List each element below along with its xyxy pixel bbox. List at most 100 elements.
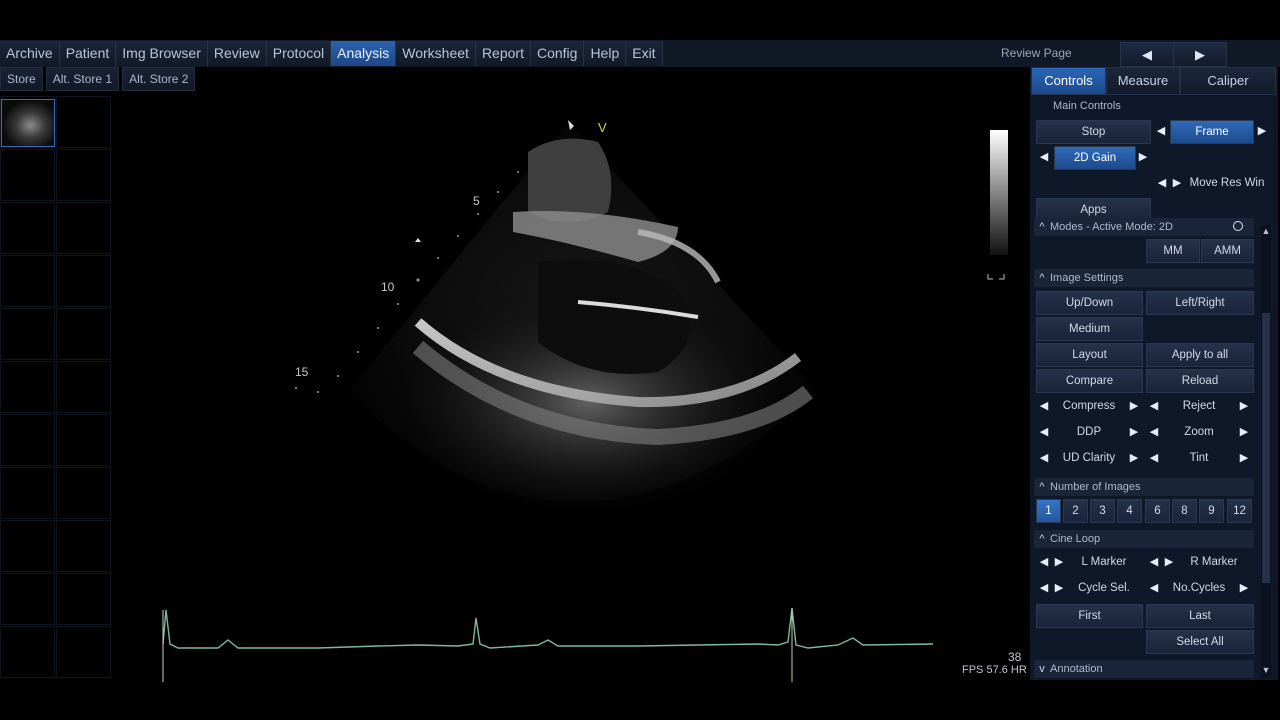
ultrasound-image-area[interactable] [118, 92, 1030, 682]
r-marker-button[interactable]: R Marker [1178, 551, 1250, 573]
menu-help[interactable]: Help [584, 41, 627, 66]
panel-scroll-thumb[interactable] [1262, 313, 1270, 583]
zoom-right-arrow[interactable]: ▶ [1239, 421, 1249, 443]
compress-right-arrow[interactable]: ▶ [1129, 395, 1139, 417]
images-8-button[interactable]: 8 [1172, 499, 1197, 523]
review-prev-button[interactable]: ◀ [1120, 42, 1174, 67]
menu-exit[interactable]: Exit [626, 41, 663, 66]
scroll-down-icon[interactable]: ▼ [1260, 664, 1272, 676]
amm-button[interactable]: AMM [1201, 239, 1254, 263]
move-res-right-arrow[interactable]: ▶ [1172, 172, 1182, 194]
tab-controls[interactable]: Controls [1031, 67, 1106, 95]
thumbnail-cell[interactable] [0, 467, 55, 519]
thumbnail-cell[interactable] [56, 202, 111, 254]
review-next-button[interactable]: ▶ [1173, 42, 1227, 67]
reject-left-arrow[interactable]: ◀ [1149, 395, 1159, 417]
up-down-button[interactable]: Up/Down [1036, 291, 1143, 315]
no-cycles-right-arrow[interactable]: ▶ [1239, 577, 1249, 599]
thumbnail-cell[interactable] [56, 361, 111, 413]
ud-clarity-left-arrow[interactable]: ◀ [1039, 447, 1049, 469]
frame-right-arrow[interactable]: ▶ [1257, 120, 1267, 142]
frame-left-arrow[interactable]: ◀ [1156, 120, 1166, 142]
images-9-button[interactable]: 9 [1199, 499, 1224, 523]
compress-left-arrow[interactable]: ◀ [1039, 395, 1049, 417]
medium-button[interactable]: Medium [1036, 317, 1143, 341]
scroll-up-icon[interactable]: ▲ [1260, 225, 1272, 237]
no-cycles-left-arrow[interactable]: ◀ [1149, 577, 1159, 599]
thumbnail-cell[interactable] [56, 626, 111, 678]
modes-section-header[interactable]: ^ Modes - Active Mode: 2D [1034, 218, 1254, 236]
last-button[interactable]: Last [1146, 604, 1254, 628]
menu-patient[interactable]: Patient [59, 41, 117, 66]
alt-store-2-button[interactable]: Alt. Store 2 [122, 67, 196, 91]
ddp-left-arrow[interactable]: ◀ [1039, 421, 1049, 443]
alt-store-1-button[interactable]: Alt. Store 1 [45, 67, 120, 91]
menu-archive[interactable]: Archive [0, 41, 60, 66]
thumbnail-cell[interactable] [0, 573, 55, 625]
thumbnail-cell[interactable] [56, 573, 111, 625]
reject-button[interactable]: Reject [1163, 395, 1235, 417]
tint-right-arrow[interactable]: ▶ [1239, 447, 1249, 469]
thumbnail-cell[interactable] [0, 255, 55, 307]
cycle-sel-left-arrow[interactable]: ◀ [1039, 577, 1049, 599]
settings-dot-icon[interactable] [1233, 221, 1243, 231]
ddp-right-arrow[interactable]: ▶ [1129, 421, 1139, 443]
tab-caliper[interactable]: Caliper [1180, 67, 1276, 95]
apply-to-all-button[interactable]: Apply to all [1146, 343, 1254, 367]
ud-clarity-right-arrow[interactable]: ▶ [1129, 447, 1139, 469]
l-marker-right-arrow[interactable]: ▶ [1054, 551, 1064, 573]
no-cycles-button[interactable]: No.Cycles [1163, 577, 1235, 599]
stop-button[interactable]: Stop [1036, 120, 1151, 144]
thumbnail-cell[interactable] [56, 255, 111, 307]
thumbnail-cell[interactable] [0, 626, 55, 678]
compare-button[interactable]: Compare [1036, 369, 1143, 393]
images-4-button[interactable]: 4 [1117, 499, 1142, 523]
thumbnail-cell[interactable] [0, 520, 55, 572]
thumbnail-cell[interactable] [56, 467, 111, 519]
cycle-sel-right-arrow[interactable]: ▶ [1054, 577, 1064, 599]
images-2-button[interactable]: 2 [1063, 499, 1088, 523]
cycle-sel-button[interactable]: Cycle Sel. [1068, 577, 1140, 599]
menu-review[interactable]: Review [207, 41, 267, 66]
thumbnail-cell[interactable] [0, 414, 55, 466]
selected-thumbnail[interactable] [1, 99, 55, 147]
ddp-button[interactable]: DDP [1053, 421, 1125, 443]
reject-right-arrow[interactable]: ▶ [1239, 395, 1249, 417]
layout-button[interactable]: Layout [1036, 343, 1143, 367]
thumbnail-cell[interactable] [56, 96, 111, 148]
thumbnail-cell[interactable] [56, 308, 111, 360]
l-marker-button[interactable]: L Marker [1068, 551, 1140, 573]
r-marker-left-arrow[interactable]: ◀ [1149, 551, 1159, 573]
thumbnail-cell[interactable] [0, 149, 55, 201]
select-all-button[interactable]: Select All [1146, 630, 1254, 654]
thumbnail-cell[interactable] [0, 202, 55, 254]
gain-2d-button[interactable]: 2D Gain [1054, 146, 1136, 170]
images-3-button[interactable]: 3 [1090, 499, 1115, 523]
ud-clarity-button[interactable]: UD Clarity [1053, 447, 1125, 469]
thumbnail-cell[interactable] [56, 414, 111, 466]
compress-button[interactable]: Compress [1053, 395, 1125, 417]
tint-left-arrow[interactable]: ◀ [1149, 447, 1159, 469]
menu-protocol[interactable]: Protocol [266, 41, 332, 66]
zoom-left-arrow[interactable]: ◀ [1149, 421, 1159, 443]
zoom-button[interactable]: Zoom [1163, 421, 1235, 443]
menu-img-browser[interactable]: Img Browser [116, 41, 208, 66]
images-12-button[interactable]: 12 [1227, 499, 1252, 523]
thumbnail-cell[interactable] [56, 149, 111, 201]
annotation-section-header[interactable]: v Annotation [1034, 660, 1254, 678]
thumbnail-cell[interactable] [0, 308, 55, 360]
cine-loop-section-header[interactable]: ^ Cine Loop [1034, 530, 1254, 548]
l-marker-left-arrow[interactable]: ◀ [1039, 551, 1049, 573]
menu-config[interactable]: Config [530, 41, 585, 66]
mm-button[interactable]: MM [1146, 239, 1200, 263]
image-settings-section-header[interactable]: ^ Image Settings [1034, 269, 1254, 287]
move-res-win-button[interactable]: Move Res Win [1186, 172, 1268, 194]
left-right-button[interactable]: Left/Right [1146, 291, 1254, 315]
r-marker-right-arrow[interactable]: ▶ [1164, 551, 1174, 573]
store-button[interactable]: Store [0, 67, 43, 91]
tint-button[interactable]: Tint [1163, 447, 1235, 469]
move-res-left-arrow[interactable]: ◀ [1157, 172, 1167, 194]
images-6-button[interactable]: 6 [1145, 499, 1170, 523]
images-1-button[interactable]: 1 [1036, 499, 1061, 523]
thumbnail-cell[interactable] [0, 361, 55, 413]
